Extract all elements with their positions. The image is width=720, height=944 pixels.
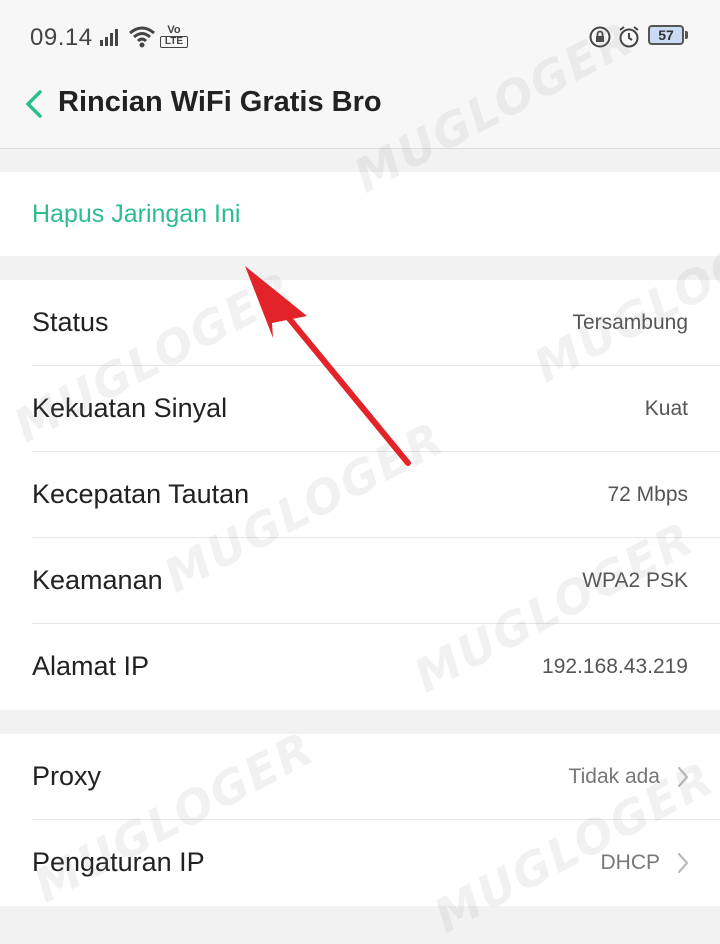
security-value: WPA2 PSK [582, 569, 688, 592]
page-title: Rincian WiFi Gratis Bro [58, 86, 382, 118]
network-info-list: Status Tersambung Kekuatan Sinyal Kuat K… [0, 280, 720, 710]
security-label: Keamanan [32, 565, 163, 595]
lock-rotation-icon [589, 26, 611, 48]
volte-bottom-label: LTE [160, 36, 188, 48]
info-row-link-speed: Kecepatan Tautan 72 Mbps [0, 452, 720, 538]
back-button[interactable] [18, 84, 54, 124]
chevron-right-icon [677, 852, 689, 874]
network-settings-list: Proxy Tidak ada Pengaturan IP DHCP [0, 734, 720, 906]
link-speed-value: 72 Mbps [607, 483, 688, 506]
signal-icon [100, 29, 118, 46]
status-label: Status [32, 307, 109, 337]
ip-address-value: 192.168.43.219 [542, 655, 688, 678]
proxy-row[interactable]: Proxy Tidak ada [0, 734, 720, 820]
wifi-icon [129, 26, 155, 48]
chevron-right-icon [677, 766, 689, 788]
status-bar: 09.14 Vo LTE 57 [0, 0, 720, 72]
ip-settings-label: Pengaturan IP [32, 847, 205, 877]
info-row-ip-address: Alamat IP 192.168.43.219 [0, 624, 720, 710]
proxy-value: Tidak ada [568, 765, 660, 788]
forget-network-button[interactable]: Hapus Jaringan Ini [32, 200, 240, 229]
app-header: Rincian WiFi Gratis Bro [0, 72, 720, 149]
ip-settings-row[interactable]: Pengaturan IP DHCP [0, 820, 720, 906]
signal-strength-value: Kuat [644, 397, 688, 420]
link-speed-label: Kecepatan Tautan [32, 479, 250, 509]
battery-icon: 57 [648, 25, 688, 45]
proxy-label: Proxy [32, 761, 102, 791]
info-row-signal-strength: Kekuatan Sinyal Kuat [0, 366, 720, 452]
status-time: 09.14 [30, 24, 93, 51]
chevron-left-icon [26, 90, 42, 118]
info-row-status: Status Tersambung [0, 280, 720, 366]
alarm-icon [619, 26, 639, 48]
volte-icon: Vo LTE [160, 24, 188, 50]
ip-settings-value: DHCP [600, 851, 660, 874]
volte-top-label: Vo [167, 24, 181, 36]
ip-address-label: Alamat IP [32, 651, 150, 681]
status-value: Tersambung [572, 311, 688, 334]
forget-network-section: Hapus Jaringan Ini [0, 172, 720, 256]
signal-strength-label: Kekuatan Sinyal [32, 393, 228, 423]
info-row-security: Keamanan WPA2 PSK [0, 538, 720, 624]
